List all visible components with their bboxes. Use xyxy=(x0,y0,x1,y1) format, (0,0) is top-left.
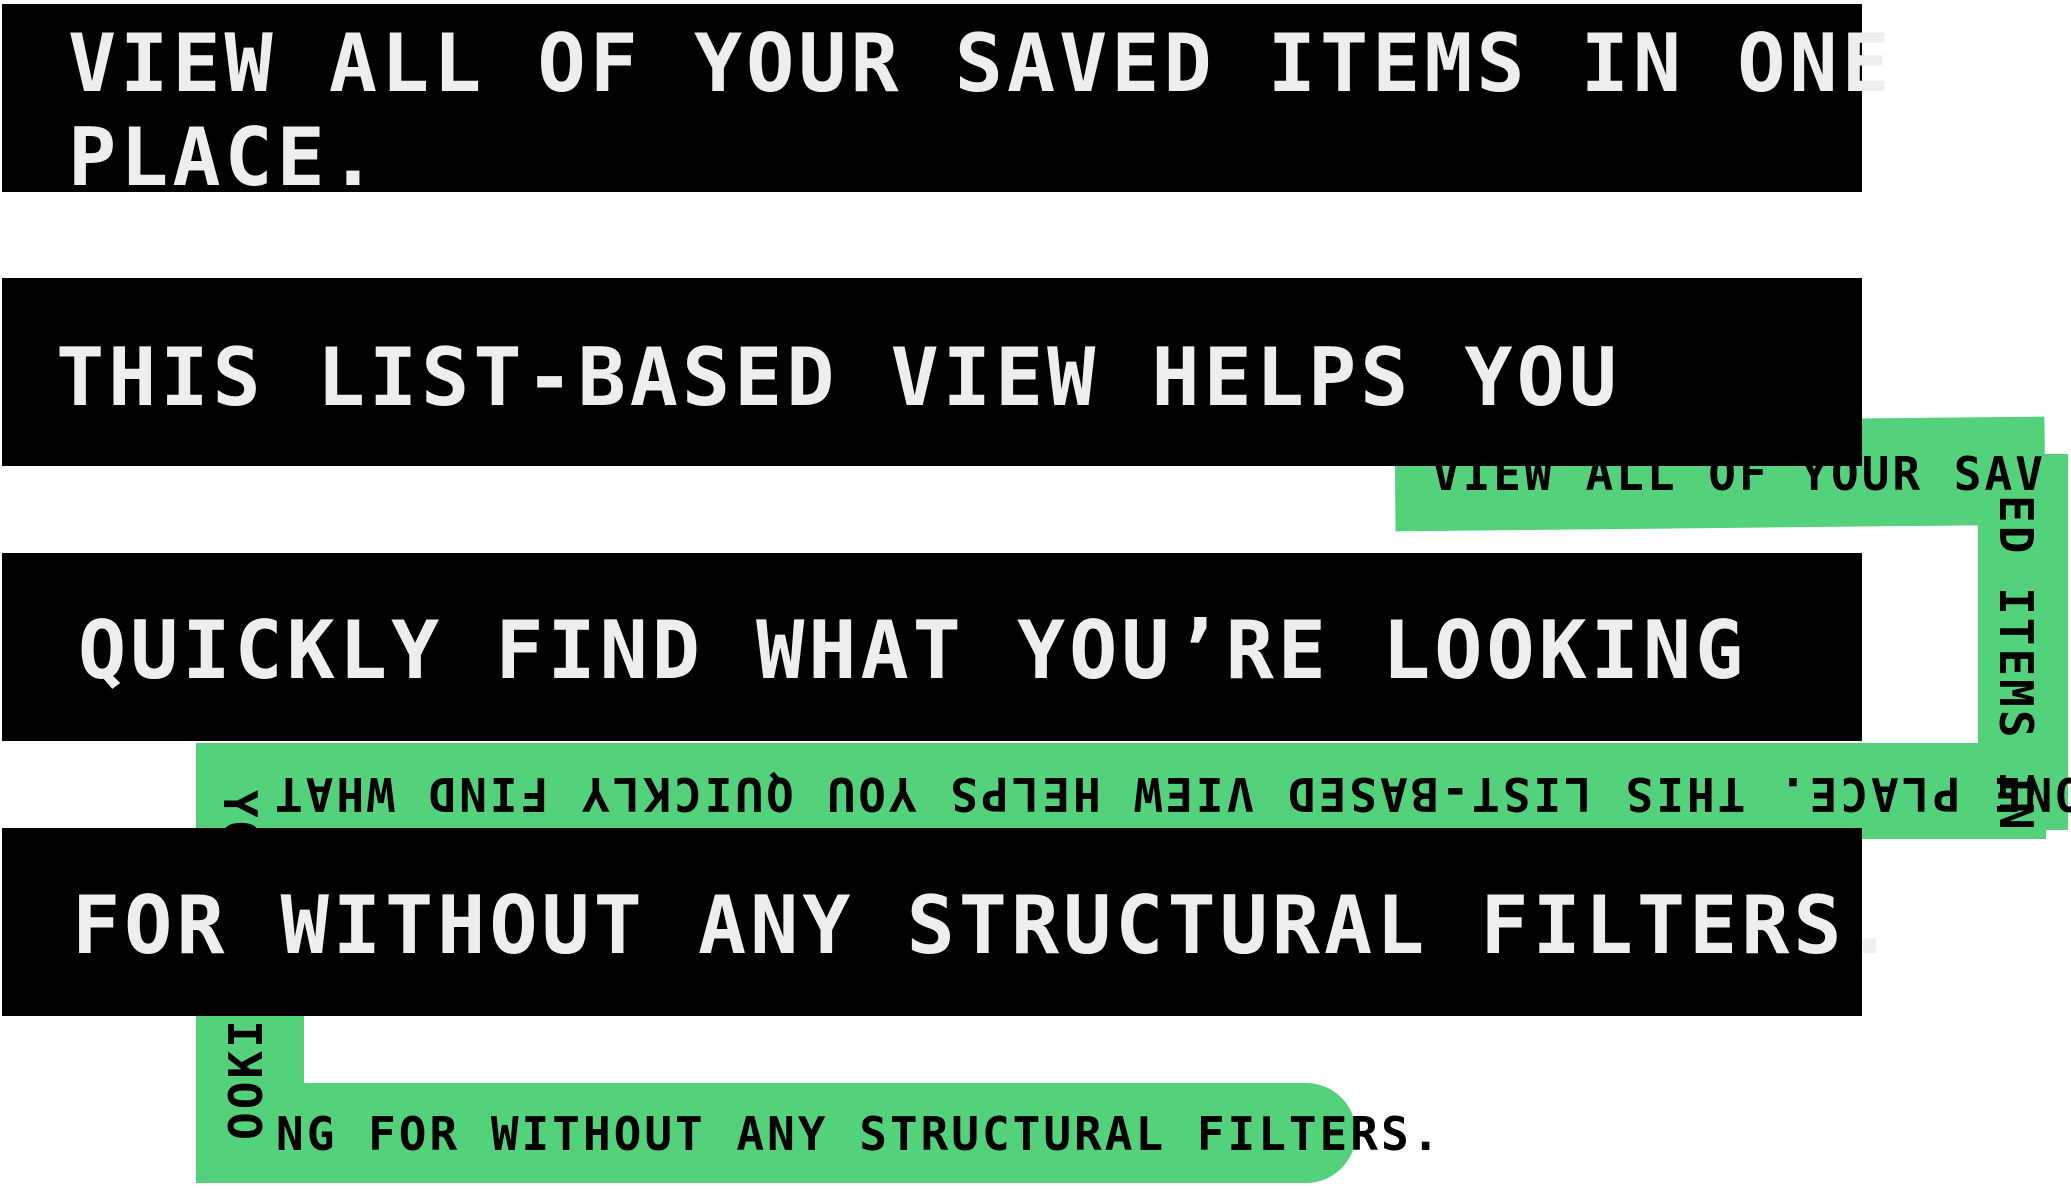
bar-3-text: QUICKLY FIND WHAT YOU’RE LOOKING xyxy=(78,604,1748,697)
text-bar-2: THIS LIST-BASED VIEW HELPS YOU xyxy=(2,278,1862,466)
text-bar-3: QUICKLY FIND WHAT YOU’RE LOOKING xyxy=(2,553,1862,741)
ribbon-text-left-lower: OOKI xyxy=(219,1017,273,1140)
ribbon-text-bottom: NG FOR WITHOUT ANY STRUCTURAL FILTERS. xyxy=(276,1107,1443,1161)
bar-1-line-1: VIEW ALL OF YOUR SAVED ITEMS IN ONE xyxy=(68,17,1894,110)
ribbon-text-middle: ONE PLACE. THIS LIST-BASED VIEW HELPS YO… xyxy=(272,767,2071,821)
text-bar-1: VIEW ALL OF YOUR SAVED ITEMS IN ONE PLAC… xyxy=(2,4,1890,204)
bar-2-text: THIS LIST-BASED VIEW HELPS YOU xyxy=(56,331,1621,424)
bar-1-line-2: PLACE. xyxy=(68,111,381,204)
canvas: VIEW ALL OF YOUR SAV ED ITEMS IN ONE PLA… xyxy=(0,0,2071,1189)
bar-4-text: FOR WITHOUT ANY STRUCTURAL FILTERS. xyxy=(72,879,1898,972)
text-bar-4: FOR WITHOUT ANY STRUCTURAL FILTERS. xyxy=(2,828,1894,1016)
